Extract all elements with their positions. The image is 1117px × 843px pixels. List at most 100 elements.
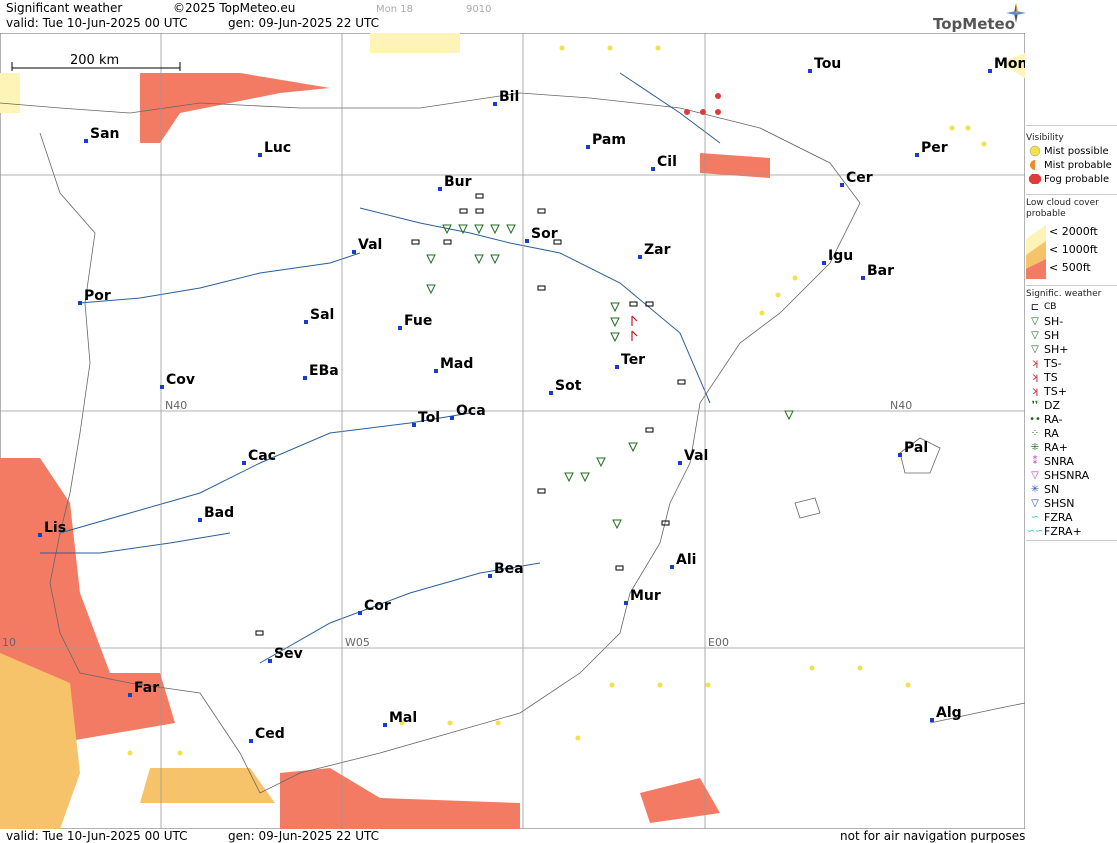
lowcloud-color-ramp-icon [1026, 225, 1046, 279]
city-label-bad: Bad [204, 505, 234, 521]
legend-sigwx-snra: ⁑ SNRA [1026, 454, 1117, 468]
city-label-sev: Sev [274, 646, 303, 662]
city-label-tol: Tol [418, 410, 440, 426]
city-marker-sev [268, 659, 272, 663]
legend-sigwx-fzra-: ∽∽ FZRA+ [1026, 524, 1117, 538]
city-marker-ali [670, 565, 674, 569]
legend-sigwx-ts-: ʞ TS+ [1026, 384, 1117, 398]
mist-possible-icon [1029, 145, 1041, 157]
sigwx-label: SNRA [1044, 454, 1074, 468]
sigwx-sn-icon: ✳ [1030, 483, 1040, 495]
legend-fog-probable: Fog probable [1026, 172, 1117, 186]
legend-sigwx-dz: ❜❜ DZ [1026, 398, 1117, 412]
city-label-pam: Pam [592, 132, 626, 148]
sigwx-fzra--icon: ∽∽ [1026, 525, 1044, 537]
city-label-far: Far [134, 680, 159, 696]
city-label-sot: Sot [555, 378, 582, 394]
sigwx-label: DZ [1044, 398, 1061, 412]
city-marker-sal [304, 320, 308, 324]
city-marker-bar [861, 276, 865, 280]
city-marker-bad [198, 518, 202, 522]
legend-sigwx-fzra: ∽ FZRA [1026, 510, 1117, 524]
sigwx-snra-icon: ⁑ [1032, 455, 1038, 467]
city-marker-val [352, 250, 356, 254]
city-label-eba: EBa [309, 363, 339, 379]
city-marker-oca [450, 416, 454, 420]
city-label-cov: Cov [166, 372, 195, 388]
city-marker-bil [493, 102, 497, 106]
sigwx-label: FZRA+ [1044, 524, 1082, 538]
city-label-cac: Cac [248, 448, 276, 464]
map-legend: Visibility Mist possible Mist probable F… [1026, 125, 1117, 615]
city-marker-tou [808, 69, 812, 73]
legend-sigwx-ra: ⁘ RA [1026, 426, 1117, 440]
sigwx-sh--icon: ▽ [1031, 315, 1039, 327]
sigwx-label: SHSN [1044, 496, 1075, 510]
city-label-val: Val [358, 237, 382, 253]
grid-label-10: 10 [2, 636, 16, 649]
legend-sigwx-ra-: ⁜ RA+ [1026, 440, 1117, 454]
sigwx-label: RA+ [1044, 440, 1068, 454]
legend-sigwx-ts: ʞ TS [1026, 370, 1117, 384]
city-marker-eba [303, 376, 307, 380]
grid-label-w05: W05 [345, 636, 370, 649]
sigwx-ts--icon: ʞ [1031, 357, 1039, 369]
city-marker-cil [651, 167, 655, 171]
sigwx-ra--icon: •• [1029, 413, 1041, 425]
legend-sigwx-cb: ⊏ CB [1026, 300, 1117, 314]
city-label-zar: Zar [644, 242, 671, 258]
city-marker-far [128, 693, 132, 697]
legend-sigwx-shsnra: ▽ SHSNRA [1026, 468, 1117, 482]
faint-label-a: Mon 18 [376, 4, 413, 15]
sigwx-fzra-icon: ∽ [1030, 511, 1040, 523]
city-label-ced: Ced [255, 726, 285, 742]
city-marker-alg [930, 718, 934, 722]
city-label-cil: Cil [657, 154, 677, 170]
city-marker-mad [434, 369, 438, 373]
city-marker-zar [638, 255, 642, 259]
city-label-cor: Cor [364, 598, 391, 614]
city-label-mur: Mur [630, 588, 661, 604]
city-label-cer: Cer [846, 170, 873, 186]
weather-map[interactable]: N40 N40W05 E0010 200 km Tou MonBilSanLuc… [0, 33, 1025, 829]
sigwx-label: SH+ [1044, 342, 1069, 356]
city-label-mal: Mal [389, 710, 417, 726]
sigwx-list: ⊏ CB ▽ SH- ▽ SH ▽ SH+ ʞ TS-ʞ TS ʞ TS+ ❜❜ DZ •• RA- ⁘ RA ⁜ RA… [1026, 300, 1117, 538]
sigwx-label: FZRA [1044, 510, 1073, 524]
map-title: Significant weather [6, 1, 123, 15]
sigwx-label: TS- [1044, 356, 1062, 370]
city-label-bil: Bil [499, 89, 519, 105]
city-marker-igu [822, 261, 826, 265]
city-marker-val [678, 461, 682, 465]
scale-label: 200 km [70, 53, 119, 68]
city-marker-lis [38, 533, 42, 537]
city-marker-luc [258, 153, 262, 157]
sigwx-dz-icon: ❜❜ [1031, 399, 1039, 411]
legend-sigwx-sn: ✳ SN [1026, 482, 1117, 496]
sigwx-ts-icon: ʞ [1031, 371, 1039, 383]
city-marker-pal [898, 453, 902, 457]
city-marker-mal [383, 723, 387, 727]
city-marker-cov [160, 385, 164, 389]
sigwx-ra--icon: ⁜ [1030, 441, 1040, 453]
city-label-oca: Oca [456, 403, 486, 419]
city-marker-cor [358, 611, 362, 615]
city-label-igu: Igu [828, 248, 853, 264]
city-label-bar: Bar [867, 263, 894, 279]
city-marker-ter [615, 365, 619, 369]
copyright: ©2025 TopMeteo.eu [173, 1, 296, 15]
city-marker-bea [488, 574, 492, 578]
city-label-pal: Pal [904, 440, 928, 456]
mist-probable-icon [1030, 160, 1040, 170]
sigwx-label: SN [1044, 482, 1060, 496]
sigwx-ra-icon: ⁘ [1030, 427, 1040, 439]
legend-sigwx-shsn: ▽ SHSN [1026, 496, 1117, 510]
fog-probable-icon [1029, 174, 1041, 184]
sigwx-label: TS+ [1044, 384, 1067, 398]
sigwx-label: TS [1044, 370, 1058, 384]
city-label-per: Per [921, 140, 948, 156]
footer-disclaimer: not for air navigation purposes [840, 829, 1026, 843]
city-label-lis: Lis [44, 520, 66, 536]
city-marker-mur [624, 601, 628, 605]
legend-sigwx-sh: ▽ SH [1026, 328, 1117, 342]
